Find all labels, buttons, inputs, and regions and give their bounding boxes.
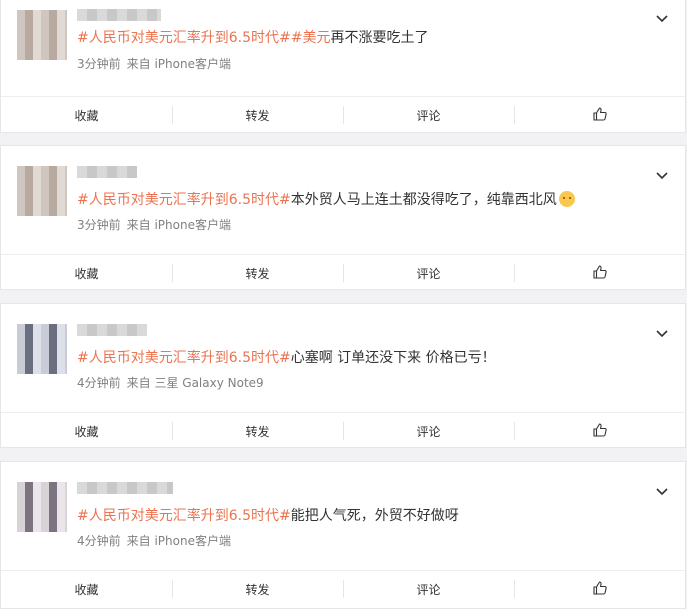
weibo-feed: #人民币对美元汇率升到6.5时代##美元再不涨要吃土了 3分钟前 来自 iPhon… xyxy=(0,0,687,609)
comment-label: 评论 xyxy=(416,424,441,439)
thumbs-up-icon xyxy=(592,422,607,440)
post-card: #人民币对美元汇率升到6.5时代#能把人气死，外贸不好做呀 4分钟前 来自 iPh… xyxy=(0,461,686,609)
repost-button[interactable]: 转发 xyxy=(172,255,343,291)
face-emoji-icon xyxy=(558,191,575,207)
post-text: #人民币对美元汇率升到6.5时代##美元再不涨要吃土了 xyxy=(77,28,665,48)
username-blurred[interactable] xyxy=(77,166,137,178)
post-time[interactable]: 4分钟前 xyxy=(77,376,121,390)
post-source: 来自 iPhone客户端 xyxy=(126,218,231,232)
favorite-button[interactable]: 收藏 xyxy=(1,255,172,291)
chevron-down-icon[interactable] xyxy=(655,168,669,182)
action-bar: 收藏 转发 评论 xyxy=(1,96,685,133)
post-card: #人民币对美元汇率升到6.5时代#心塞啊 订单还没下来 价格已亏！ 4分钟前 来自… xyxy=(0,303,686,448)
post-meta: 3分钟前 来自 iPhone客户端 xyxy=(77,217,231,233)
repost-label: 转发 xyxy=(245,266,270,281)
action-bar: 收藏 转发 评论 xyxy=(1,412,685,449)
post-body: 本外贸人马上连土都没得吃了，纯靠西北风 xyxy=(290,192,557,208)
favorite-button[interactable]: 收藏 xyxy=(1,97,172,133)
username-blurred[interactable] xyxy=(77,9,161,21)
repost-button[interactable]: 转发 xyxy=(172,413,343,449)
avatar[interactable] xyxy=(17,324,67,374)
post-body: 再不涨要吃土了 xyxy=(330,30,429,46)
comment-button[interactable]: 评论 xyxy=(343,255,514,291)
username-blurred[interactable] xyxy=(77,324,147,336)
avatar[interactable] xyxy=(17,10,67,60)
favorite-button[interactable]: 收藏 xyxy=(1,571,172,607)
username-blurred[interactable] xyxy=(77,482,173,494)
like-button[interactable] xyxy=(514,571,685,607)
favorite-label: 收藏 xyxy=(74,424,99,439)
thumbs-up-icon xyxy=(592,106,607,124)
avatar[interactable] xyxy=(17,482,67,532)
action-bar: 收藏 转发 评论 xyxy=(1,570,685,607)
chevron-down-icon[interactable] xyxy=(655,484,669,498)
hashtag-link[interactable]: #人民币对美元汇率升到6.5时代# xyxy=(77,508,291,524)
like-button[interactable] xyxy=(514,413,685,449)
comment-button[interactable]: 评论 xyxy=(343,571,514,607)
repost-button[interactable]: 转发 xyxy=(172,97,343,133)
chevron-down-icon[interactable] xyxy=(655,11,669,25)
post-source: 来自 三星 Galaxy Note9 xyxy=(126,376,264,390)
post-body: 能把人气死，外贸不好做呀 xyxy=(290,508,459,524)
post-source: 来自 iPhone客户端 xyxy=(126,57,231,71)
post-text: #人民币对美元汇率升到6.5时代#本外贸人马上连土都没得吃了，纯靠西北风 xyxy=(77,190,665,210)
post-card: #人民币对美元汇率升到6.5时代##美元再不涨要吃土了 3分钟前 来自 iPhon… xyxy=(0,0,686,133)
post-meta: 4分钟前 来自 三星 Galaxy Note9 xyxy=(77,375,264,391)
avatar[interactable] xyxy=(17,166,67,216)
post-meta: 3分钟前 来自 iPhone客户端 xyxy=(77,56,231,72)
hashtag-link[interactable]: #美元 xyxy=(291,30,331,46)
repost-button[interactable]: 转发 xyxy=(172,571,343,607)
hashtag-link[interactable]: #人民币对美元汇率升到6.5时代# xyxy=(77,192,291,208)
comment-button[interactable]: 评论 xyxy=(343,413,514,449)
repost-label: 转发 xyxy=(245,108,270,123)
comment-label: 评论 xyxy=(416,108,441,123)
comment-label: 评论 xyxy=(416,266,441,281)
action-bar: 收藏 转发 评论 xyxy=(1,254,685,291)
post-card: #人民币对美元汇率升到6.5时代#本外贸人马上连土都没得吃了，纯靠西北风 3分钟… xyxy=(0,145,686,290)
favorite-label: 收藏 xyxy=(74,266,99,281)
post-body: 心塞啊 订单还没下来 价格已亏！ xyxy=(290,350,496,366)
repost-label: 转发 xyxy=(245,424,270,439)
thumbs-up-icon xyxy=(592,580,607,598)
like-button[interactable] xyxy=(514,97,685,133)
favorite-label: 收藏 xyxy=(74,108,99,123)
chevron-down-icon[interactable] xyxy=(655,326,669,340)
hashtag-link[interactable]: #人民币对美元汇率升到6.5时代# xyxy=(77,350,291,366)
post-time[interactable]: 3分钟前 xyxy=(77,218,121,232)
favorite-button[interactable]: 收藏 xyxy=(1,413,172,449)
post-text: #人民币对美元汇率升到6.5时代#能把人气死，外贸不好做呀 xyxy=(77,506,665,526)
comment-button[interactable]: 评论 xyxy=(343,97,514,133)
post-time[interactable]: 3分钟前 xyxy=(77,57,121,71)
post-meta: 4分钟前 来自 iPhone客户端 xyxy=(77,533,231,549)
favorite-label: 收藏 xyxy=(74,582,99,597)
comment-label: 评论 xyxy=(416,582,441,597)
post-source: 来自 iPhone客户端 xyxy=(126,534,231,548)
post-time[interactable]: 4分钟前 xyxy=(77,534,121,548)
post-text: #人民币对美元汇率升到6.5时代#心塞啊 订单还没下来 价格已亏！ xyxy=(77,348,665,368)
thumbs-up-icon xyxy=(592,264,607,282)
repost-label: 转发 xyxy=(245,582,270,597)
hashtag-link[interactable]: #人民币对美元汇率升到6.5时代# xyxy=(77,30,291,46)
like-button[interactable] xyxy=(514,255,685,291)
